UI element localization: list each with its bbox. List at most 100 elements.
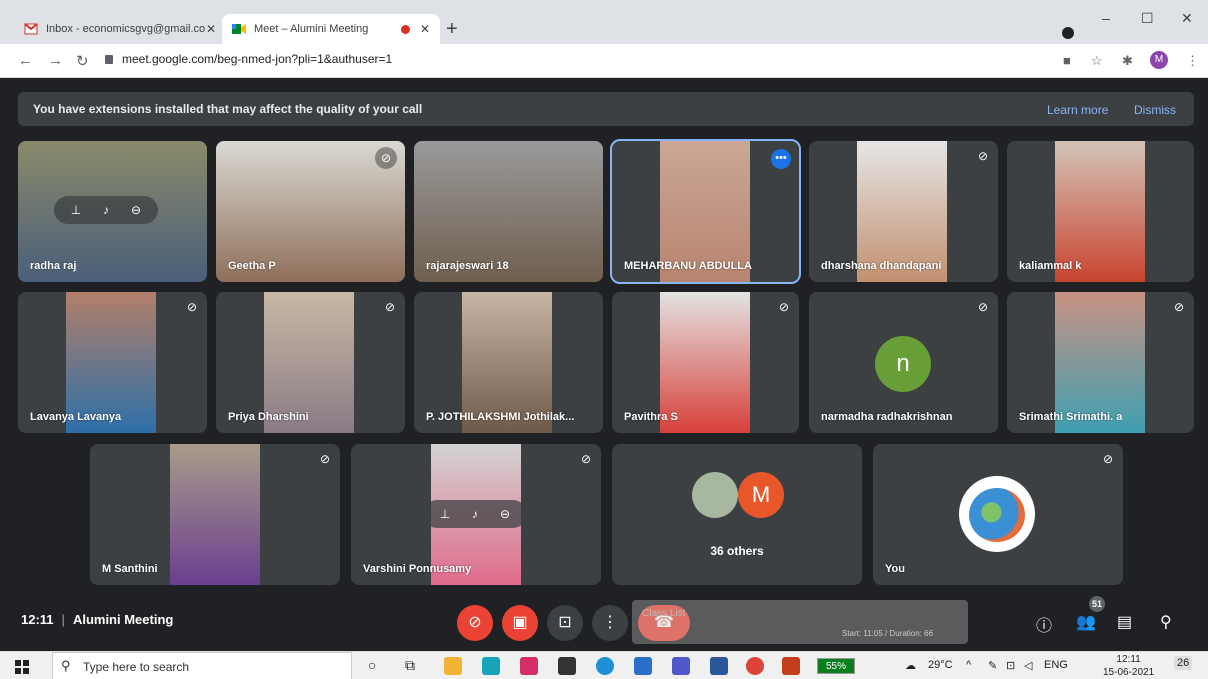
participant-tile[interactable]: n ⊘ narmadha radhakrishnan: [809, 292, 998, 433]
file-explorer-icon[interactable]: [444, 657, 462, 675]
meeting-time: 12:11: [21, 612, 54, 627]
media-indicator-icon[interactable]: [1062, 27, 1074, 39]
more-options-icon[interactable]: •••: [771, 149, 791, 169]
clock-date: 15-06-2021: [1103, 667, 1155, 678]
edge-icon[interactable]: [596, 657, 614, 675]
participant-tile[interactable]: ⊘ Priya Dharshini: [216, 292, 405, 433]
windows-start-icon[interactable]: [15, 660, 29, 674]
others-tile[interactable]: M 36 others: [612, 444, 862, 585]
profile-avatar[interactable]: M: [1150, 51, 1168, 69]
mic-off-icon: ⊘: [1102, 452, 1113, 466]
participant-tile[interactable]: ⊘ dharshana dhandapani: [809, 141, 998, 282]
activities-icon[interactable]: ⚲: [1160, 612, 1172, 632]
mic-off-icon: ⊘: [580, 452, 591, 466]
address-bar: ← → ↻ meet.google.com/beg-nmed-jon?pli=1…: [0, 44, 1208, 78]
mic-off-icon: ⊘: [375, 147, 397, 169]
tab-inbox-title: Inbox - economicsgvg@gmail.co: [46, 23, 206, 35]
self-tile[interactable]: ⊘ You: [873, 444, 1123, 585]
chat-icon[interactable]: ▤: [1117, 612, 1132, 632]
new-tab-button[interactable]: +: [446, 18, 458, 41]
close-window-button[interactable]: ✕: [1181, 10, 1193, 27]
task-view-icon[interactable]: ⧉: [405, 657, 415, 674]
participant-name: radha raj: [30, 260, 77, 272]
mic-off-icon: ⊘: [977, 149, 988, 163]
app-root: Inbox - economicsgvg@gmail.co ✕ Meet – A…: [0, 0, 1208, 679]
taskbar-clock[interactable]: 12:11 15-06-2021: [1103, 653, 1154, 679]
store-icon[interactable]: [558, 657, 576, 675]
mic-off-icon: ⊘: [1173, 300, 1184, 314]
reload-icon[interactable]: ↻: [76, 52, 89, 70]
info-icon[interactable]: ⓘ: [1036, 612, 1052, 636]
participant-tile[interactable]: ⊘ Pavithra S: [612, 292, 799, 433]
more-options-button[interactable]: ⋮: [592, 605, 628, 641]
chrome-icon[interactable]: [746, 657, 764, 675]
mic-off-button[interactable]: ⊘: [457, 605, 493, 641]
search-icon: ⚲: [61, 658, 71, 673]
dismiss-button[interactable]: Dismiss: [1134, 103, 1176, 117]
meeting-info: 12:11 | Alumini Meeting: [21, 612, 173, 627]
mic-off-icon: ⊘: [384, 300, 395, 314]
participant-name: Geetha P: [228, 260, 276, 272]
participant-tile[interactable]: P. JOTHILAKSHMI Jothilak...: [414, 292, 603, 433]
pin-icon[interactable]: ⊥: [437, 506, 453, 522]
app-l-icon[interactable]: [482, 657, 500, 675]
lock-icon: [105, 55, 113, 64]
participant-tile[interactable]: ⊘ Srimathi Srimathi. a: [1007, 292, 1194, 433]
learn-more-link[interactable]: Learn more: [1047, 103, 1108, 117]
participant-name: rajarajeswari 18: [426, 260, 509, 272]
overlay-title: Class List: [642, 608, 686, 619]
taskbar-search[interactable]: ⚲ Type here to search: [52, 652, 352, 679]
maximize-button[interactable]: ☐: [1141, 10, 1154, 27]
participant-name: dharshana dhandapani: [821, 260, 942, 272]
back-icon[interactable]: ←: [18, 52, 33, 69]
remove-icon[interactable]: ⊖: [128, 202, 144, 218]
camera-off-button[interactable]: ▣: [502, 605, 538, 641]
extensions-icon[interactable]: ✱: [1122, 53, 1133, 69]
participant-tile[interactable]: ⊥ ♪ ⊖ radha raj: [18, 141, 207, 282]
participant-tile-active[interactable]: ••• MEHARBANU ABDULLA: [610, 139, 801, 284]
menu-icon[interactable]: ⋮: [1186, 53, 1199, 69]
language-indicator[interactable]: ENG: [1044, 659, 1068, 671]
participant-tile[interactable]: rajarajeswari 18: [414, 141, 603, 282]
participant-tile[interactable]: ⊘ M Santhini: [90, 444, 340, 585]
participant-tile[interactable]: ⊘ Lavanya Lavanya: [18, 292, 207, 433]
separator: |: [61, 612, 65, 627]
present-button[interactable]: ⊡: [547, 605, 583, 641]
mail-icon[interactable]: [634, 657, 652, 675]
participant-video: [170, 444, 260, 585]
battery-indicator[interactable]: 55%: [817, 658, 855, 674]
participant-tile[interactable]: kaliammal k: [1007, 141, 1194, 282]
cortana-icon[interactable]: ○: [368, 657, 376, 673]
temperature[interactable]: 29°C: [928, 659, 953, 671]
network-icon[interactable]: ⊡: [1006, 659, 1015, 672]
recording-indicator-icon: [400, 24, 410, 34]
teams-icon[interactable]: [672, 657, 690, 675]
tab-close-icon[interactable]: ✕: [420, 22, 430, 36]
tab-meet[interactable]: Meet – Alumini Meeting ✕: [222, 14, 440, 44]
bookmark-star-icon[interactable]: ☆: [1091, 53, 1103, 69]
tab-close-icon[interactable]: ✕: [206, 22, 216, 36]
minimize-button[interactable]: –: [1102, 10, 1110, 26]
participant-tile[interactable]: ⊥ ♪ ⊖ ⊘ Varshini Ponnusamy: [351, 444, 601, 585]
pin-icon[interactable]: ⊥: [68, 202, 84, 218]
people-icon[interactable]: 👥: [1076, 612, 1096, 632]
participant-name: P. JOTHILAKSHMI Jothilak...: [426, 411, 575, 423]
chevron-up-icon[interactable]: ^: [966, 659, 971, 671]
mic-icon[interactable]: ♪: [467, 506, 483, 522]
mic-icon[interactable]: ♪: [98, 202, 114, 218]
camera-icon[interactable]: ■: [1063, 53, 1071, 68]
volume-icon[interactable]: ◁: [1024, 659, 1032, 672]
url-field[interactable]: meet.google.com/beg-nmed-jon?pli=1&authu…: [105, 52, 392, 66]
pen-icon[interactable]: ✎: [988, 659, 997, 672]
forward-icon[interactable]: →: [48, 52, 63, 69]
windows-taskbar: ⚲ Type here to search ○ ⧉ 55% ☁ 29°C ^ ✎…: [0, 651, 1208, 679]
remove-icon[interactable]: ⊖: [497, 506, 513, 522]
word-icon[interactable]: [710, 657, 728, 675]
app-icon[interactable]: [520, 657, 538, 675]
attendance-extension-overlay[interactable]: Class List Start: 11:05 / Duration: 66: [632, 600, 968, 644]
participant-tile[interactable]: ⊘ Geetha P: [216, 141, 405, 282]
tab-inbox[interactable]: Inbox - economicsgvg@gmail.co ✕: [14, 14, 226, 44]
notification-center-icon[interactable]: 26: [1174, 656, 1193, 670]
powerpoint-icon[interactable]: [782, 657, 800, 675]
weather-icon[interactable]: ☁: [905, 659, 916, 672]
